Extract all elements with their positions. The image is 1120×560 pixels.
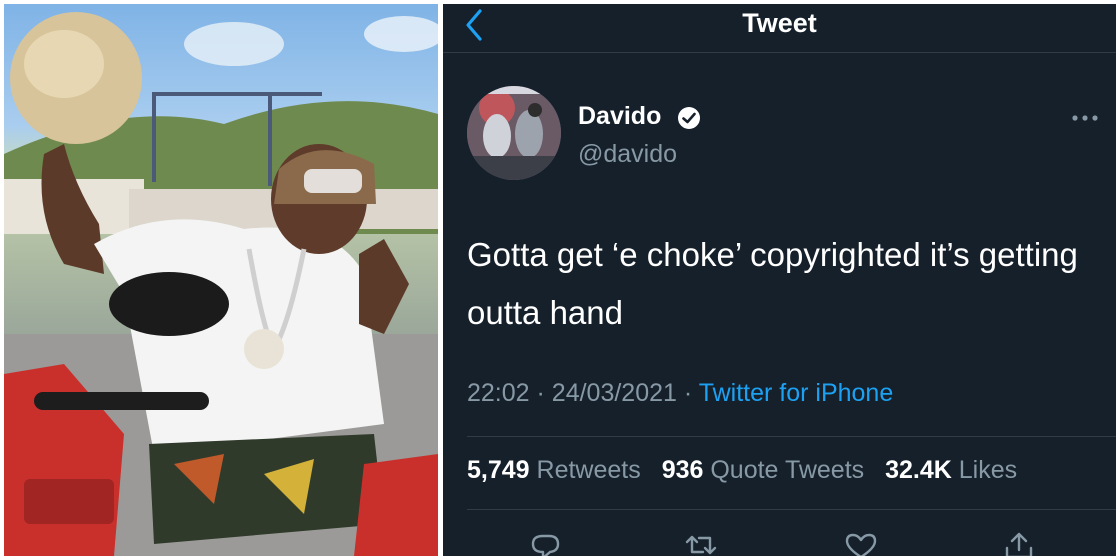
tweet-date: 24/03/2021 [551, 379, 677, 407]
tweet-time: 22:02 [467, 379, 530, 407]
author-handle[interactable]: @davido [578, 140, 677, 169]
retweets-label: Retweets [536, 456, 641, 484]
header-divider [443, 52, 1116, 53]
more-icon[interactable] [1071, 114, 1099, 122]
photo-panel [4, 4, 438, 556]
stats-divider-bottom [467, 509, 1116, 510]
quotes-stat[interactable]: 936 Quote Tweets [662, 456, 864, 484]
quotes-count: 936 [661, 456, 704, 484]
share-icon[interactable] [999, 530, 1039, 556]
likes-stat[interactable]: 32.4K Likes [885, 456, 1017, 484]
page-title: Tweet [742, 8, 817, 38]
tweet-panel: Tweet Davido @davido Gotta get ‘e choke’… [443, 4, 1116, 556]
avatar[interactable] [467, 86, 561, 180]
likes-label: Likes [958, 456, 1018, 484]
retweets-count: 5,749 [467, 456, 530, 484]
verified-badge-icon [678, 107, 700, 129]
photo-illustration [4, 12, 438, 556]
likes-count: 32.4K [885, 456, 952, 484]
meta-separator-2: · [683, 379, 693, 407]
tweet-stats: 5,749 Retweets 936 Quote Tweets 32.4K Li… [467, 456, 1031, 485]
avatar-image [467, 86, 561, 180]
reply-icon[interactable] [525, 530, 565, 556]
stats-divider-top [467, 436, 1116, 437]
quotes-label: Quote Tweets [710, 456, 865, 484]
retweets-stat[interactable]: 5,749 Retweets [467, 456, 641, 484]
meta-separator: · [536, 379, 545, 407]
author-name[interactable]: Davido [578, 102, 661, 131]
retweet-icon[interactable] [681, 530, 721, 556]
like-icon[interactable] [841, 530, 881, 556]
tweet-meta: 22:02 · 24/03/2021 · Twitter for iPhone [467, 379, 893, 408]
tweet-text: Gotta get ‘e choke’ copyrighted it’s get… [467, 236, 1078, 331]
top-bar: Tweet [443, 4, 1116, 50]
tweet-source-link[interactable]: Twitter for iPhone [699, 379, 894, 407]
